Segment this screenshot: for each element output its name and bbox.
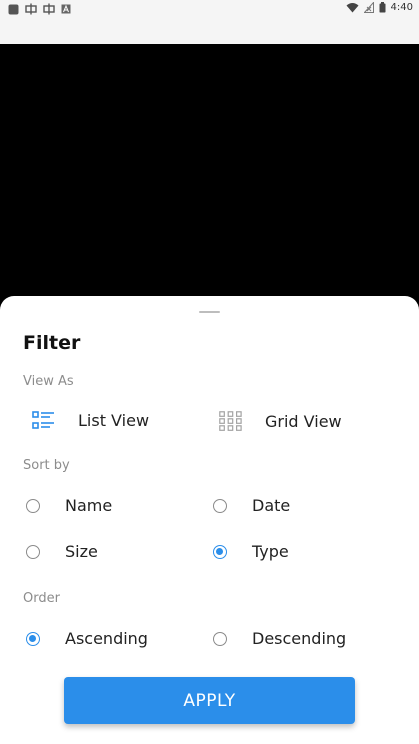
grid-view-option[interactable]: Grid View (219, 411, 342, 431)
order-label: Order (23, 591, 60, 606)
status-bar-time: 4:40 (390, 2, 413, 13)
sort-type-option[interactable]: Type (213, 542, 289, 561)
bug-icon (43, 3, 55, 15)
order-ascending-option[interactable]: Ascending (26, 629, 148, 648)
sort-name-option[interactable]: Name (26, 496, 112, 515)
scrim-overlay[interactable] (0, 44, 419, 296)
list-view-icon (32, 411, 54, 429)
bug-icon (25, 3, 37, 15)
order-ascending-label: Ascending (65, 629, 148, 648)
drag-handle[interactable] (199, 311, 220, 313)
sheet-title: Filter (23, 332, 81, 354)
sort-size-option[interactable]: Size (26, 542, 98, 561)
status-bar: 4:40 (0, 0, 419, 44)
sort-size-label: Size (65, 542, 98, 561)
apply-button[interactable]: APPLY (64, 677, 355, 724)
font-a-icon (61, 4, 71, 14)
order-descending-label: Descending (252, 629, 347, 648)
view-as-label: View As (23, 374, 74, 389)
sort-type-label: Type (252, 542, 289, 561)
signal-icon (363, 2, 374, 13)
grid-view-icon (219, 411, 242, 431)
sort-date-label: Date (252, 496, 291, 515)
sort-name-label: Name (65, 496, 113, 515)
status-bar-notifications (8, 3, 71, 15)
sort-type-radio[interactable] (213, 544, 227, 559)
order-ascending-radio[interactable] (26, 631, 40, 646)
sort-date-option[interactable]: Date (213, 496, 290, 515)
order-descending-radio[interactable] (213, 631, 227, 646)
order-descending-option[interactable]: Descending (213, 629, 346, 648)
wifi-icon (346, 3, 359, 13)
list-view-label: List View (78, 411, 150, 430)
status-bar-system: 4:40 (346, 2, 413, 13)
square-app-icon (8, 4, 19, 14)
sort-date-radio[interactable] (213, 498, 227, 513)
sort-name-radio[interactable] (26, 498, 40, 513)
list-view-option[interactable]: List View (32, 411, 149, 430)
battery-icon (379, 2, 386, 13)
filter-bottom-sheet: Filter View As List View Grid View Sort … (0, 296, 419, 744)
sort-size-radio[interactable] (26, 544, 40, 559)
grid-view-label: Grid View (265, 411, 342, 431)
apply-button-label: APPLY (183, 690, 236, 711)
sort-by-label: Sort by (23, 458, 70, 473)
